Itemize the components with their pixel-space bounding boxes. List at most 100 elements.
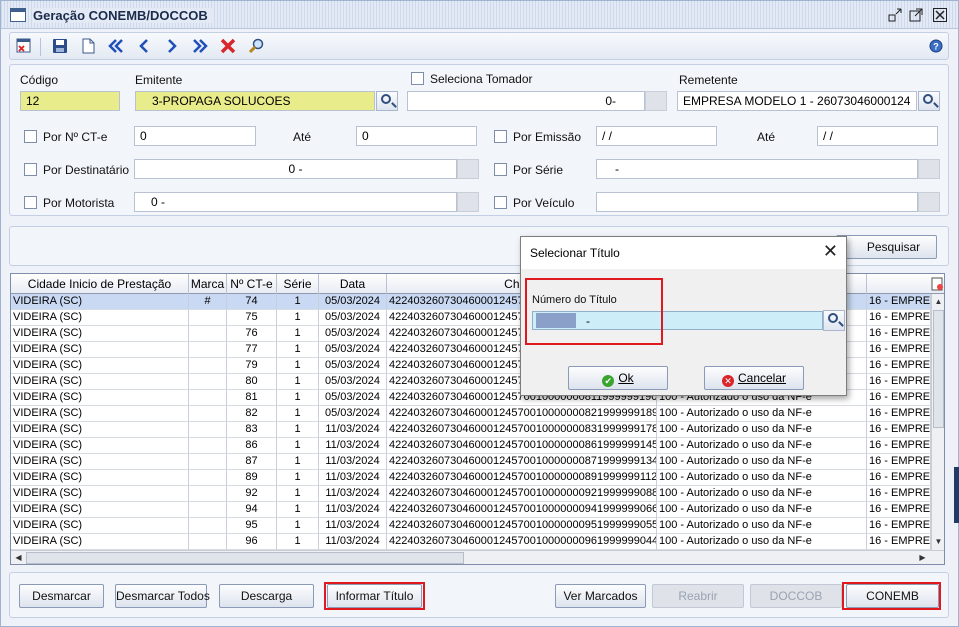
cte-from-field[interactable]: 0	[134, 126, 256, 146]
cell-nro-cte: 92	[227, 486, 277, 502]
destinatario-field[interactable]: 0 -	[134, 159, 457, 179]
emissao-from-field[interactable]: / /	[596, 126, 717, 146]
scroll-up-icon[interactable]: ▲	[932, 295, 944, 308]
ate-label-2: Até	[757, 130, 776, 144]
help-icon[interactable]: ?	[926, 37, 946, 57]
por-serie-checkbox[interactable]	[494, 163, 507, 176]
maximize-icon[interactable]	[908, 7, 924, 23]
cell-status: 100 - Autorizado o uso da NF-e	[657, 438, 867, 454]
cell-serie: 1	[277, 454, 319, 470]
table-row[interactable]: VIDEIRA (SC) 94 1 11/03/2024 422403260730460…	[11, 502, 931, 518]
tomador-search-button[interactable]	[645, 91, 667, 111]
table-row[interactable]: VIDEIRA (SC) 87 1 11/03/2024 422403260730460…	[11, 454, 931, 470]
scroll-right-icon[interactable]: ▶	[916, 551, 929, 564]
close-icon[interactable]	[932, 7, 948, 23]
doccob-button[interactable]: DOCCOB	[750, 584, 842, 608]
cell-serie: 1	[277, 358, 319, 374]
emitente-search-button[interactable]	[376, 91, 398, 111]
por-motorista-checkbox[interactable]	[24, 196, 37, 209]
horizontal-scroll-thumb[interactable]	[26, 552, 464, 564]
cte-to-field[interactable]: 0	[356, 126, 477, 146]
search-icon[interactable]	[246, 37, 266, 57]
cell-nro-cte: 82	[227, 406, 277, 422]
col-marca[interactable]: Marca	[189, 274, 227, 294]
ok-button[interactable]: ✔ Ok	[568, 366, 668, 390]
por-veiculo-checkbox[interactable]	[494, 196, 507, 209]
seleciona-tomador-label: Seleciona Tomador	[430, 72, 533, 86]
cell-status: 100 - Autorizado o uso da NF-e	[657, 518, 867, 534]
delete-icon[interactable]	[218, 37, 238, 57]
close-icon[interactable]: ✕	[823, 242, 838, 260]
desmarcar-todos-button[interactable]: Desmarcar Todos	[115, 584, 210, 608]
reabrir-button[interactable]: Reabrir	[652, 584, 744, 608]
motorista-field[interactable]: 0 -	[134, 192, 457, 212]
serie-field[interactable]: -	[596, 159, 918, 179]
cell-empresa: 16 - EMPRES	[867, 374, 931, 390]
codigo-field[interactable]: 12	[20, 91, 120, 111]
por-emissao-checkbox[interactable]	[494, 130, 507, 143]
desmarcar-button[interactable]: Desmarcar	[19, 584, 104, 608]
cancelar-button[interactable]: ✕ Cancelar	[704, 366, 804, 390]
veiculo-field[interactable]	[596, 192, 918, 212]
por-motorista-label: Por Motorista	[43, 196, 115, 210]
table-row[interactable]: VIDEIRA (SC) 83 1 11/03/2024 422403260730460…	[11, 422, 931, 438]
emitente-field[interactable]: 3-PROPAGA SOLUCOES	[135, 91, 375, 111]
cell-cidade: VIDEIRA (SC)	[11, 454, 189, 470]
veiculo-search-button[interactable]	[918, 192, 940, 212]
table-row[interactable]: VIDEIRA (SC) 96 1 11/03/2024 422403260730460…	[11, 534, 931, 550]
col-serie[interactable]: Série	[277, 274, 319, 294]
titulo-search-button[interactable]	[823, 310, 845, 331]
pesquisar-button[interactable]: Pesquisar	[836, 235, 937, 259]
ver-marcados-button[interactable]: Ver Marcados	[555, 584, 646, 608]
cell-data: 05/03/2024	[319, 294, 387, 310]
previous-record-icon[interactable]	[134, 37, 154, 57]
window-title: Geração CONEMB/DOCCOB	[33, 8, 212, 23]
cell-status: 100 - Autorizado o uso da NF-e	[657, 470, 867, 486]
vertical-scrollbar[interactable]: ▲ ▼	[931, 294, 944, 550]
cell-status: 100 - Autorizado o uso da NF-e	[657, 454, 867, 470]
close-window-icon[interactable]	[14, 37, 34, 57]
descarga-button[interactable]: Descarga	[219, 584, 314, 608]
main-window: Geração CONEMB/DOCCOB ? Código 12 Emiten…	[0, 0, 959, 627]
vertical-scroll-thumb[interactable]	[933, 310, 944, 428]
scroll-down-icon[interactable]: ▼	[932, 535, 944, 548]
remetente-field[interactable]: EMPRESA MODELO 1 - 26073046000124	[677, 91, 917, 111]
tomador-field[interactable]: 0-	[407, 91, 645, 111]
restore-icon[interactable]	[887, 7, 903, 23]
destinatario-search-button[interactable]	[457, 159, 479, 179]
save-icon[interactable]	[50, 37, 70, 57]
table-row[interactable]: VIDEIRA (SC) 82 1 05/03/2024 422403260730460…	[11, 406, 931, 422]
table-row[interactable]: VIDEIRA (SC) 92 1 11/03/2024 422403260730460…	[11, 486, 931, 502]
highlight-conemb	[842, 582, 941, 610]
table-row[interactable]: VIDEIRA (SC) 89 1 11/03/2024 422403260730460…	[11, 470, 931, 486]
cell-marca	[189, 390, 227, 406]
cell-empresa: 16 - EMPRES	[867, 438, 931, 454]
cell-data: 05/03/2024	[319, 326, 387, 342]
motorista-search-button[interactable]	[457, 192, 479, 212]
cell-data: 11/03/2024	[319, 486, 387, 502]
serie-search-button[interactable]	[918, 159, 940, 179]
por-destinatario-checkbox[interactable]	[24, 163, 37, 176]
last-record-icon[interactable]	[190, 37, 210, 57]
cell-status: 100 - Autorizado o uso da NF-e	[657, 486, 867, 502]
scroll-left-icon[interactable]: ◀	[12, 551, 25, 564]
table-row[interactable]: VIDEIRA (SC) 95 1 11/03/2024 422403260730460…	[11, 518, 931, 534]
col-empresa[interactable]	[867, 274, 931, 294]
por-cte-checkbox[interactable]	[24, 130, 37, 143]
remetente-search-button[interactable]	[918, 91, 940, 111]
cell-cidade: VIDEIRA (SC)	[11, 310, 189, 326]
first-record-icon[interactable]	[106, 37, 126, 57]
emissao-to-field[interactable]: / /	[817, 126, 938, 146]
horizontal-scrollbar[interactable]: ◀ ▶	[11, 550, 944, 564]
column-chooser-icon[interactable]	[930, 274, 944, 294]
col-cidade[interactable]: Cidade Inicio de Prestação	[11, 274, 189, 294]
seleciona-tomador-checkbox[interactable]	[411, 72, 424, 85]
cell-cidade: VIDEIRA (SC)	[11, 294, 189, 310]
table-row[interactable]: VIDEIRA (SC) 86 1 11/03/2024 422403260730460…	[11, 438, 931, 454]
col-data[interactable]: Data	[319, 274, 387, 294]
next-record-icon[interactable]	[162, 37, 182, 57]
col-nro-cte[interactable]: Nº CT-e	[227, 274, 277, 294]
new-document-icon[interactable]	[78, 37, 98, 57]
dialog-title: Selecionar Título	[530, 246, 620, 260]
por-destinatario-label: Por Destinatário	[43, 163, 130, 177]
